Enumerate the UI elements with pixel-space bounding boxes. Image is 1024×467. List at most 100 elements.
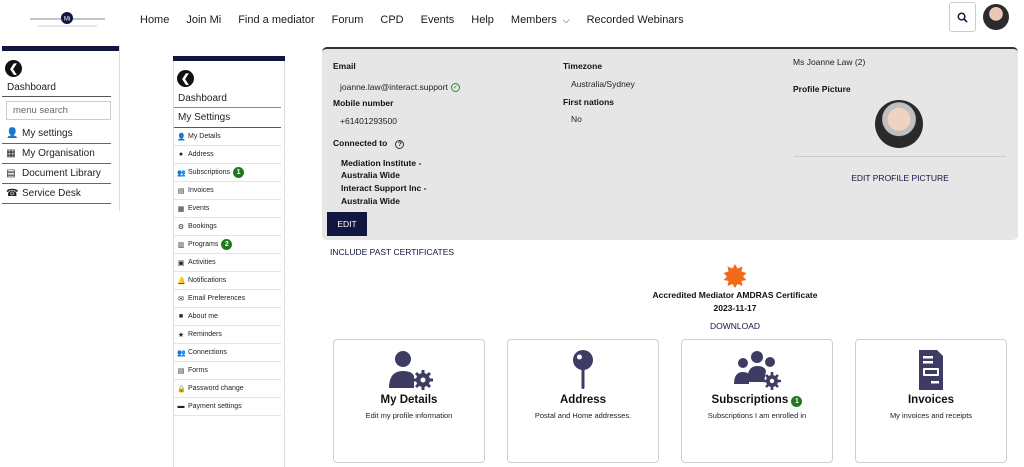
settings-item-about-me[interactable]: ■ About me	[174, 308, 281, 326]
nav-home[interactable]: Home	[140, 14, 169, 26]
tile-my-details[interactable]: My Details Edit my profile information	[333, 339, 485, 463]
settings-dashboard-link[interactable]: Dashboard	[174, 87, 281, 108]
settings-item-events[interactable]: ▦ Events	[174, 200, 281, 218]
nav-events[interactable]: Events	[421, 14, 455, 26]
email-value: joanne.law@interact.support ✓	[340, 82, 460, 93]
settings-item-invoices[interactable]: ▤ Invoices	[174, 182, 281, 200]
back-arrow-icon[interactable]: ❮	[5, 60, 22, 77]
chevron-down-icon: ⌵	[562, 14, 570, 25]
tile-title-text: Subscriptions	[711, 394, 789, 406]
tile-title: Address	[559, 394, 607, 406]
search-icon	[957, 12, 968, 23]
sidebar-top-bar	[2, 46, 119, 51]
users-gear-icon	[734, 351, 781, 390]
settings-top-bar	[173, 56, 285, 61]
nav-recorded-webinars[interactable]: Recorded Webinars	[587, 14, 684, 26]
settings-item-label: My Details	[188, 133, 221, 140]
settings-item-label: Bookings	[188, 223, 217, 230]
tile-description: Subscriptions I am enrolled in	[707, 411, 807, 420]
menu-search-input[interactable]: menu search	[6, 101, 111, 120]
timezone-label: Timezone	[563, 61, 603, 71]
top-navbar: Mi Home Join Mi Find a mediator Forum CP…	[0, 0, 1024, 40]
tile-title: My Details	[380, 394, 438, 406]
settings-item-address[interactable]: ● Address	[174, 146, 281, 164]
settings-item-notifications[interactable]: 🔔 Notifications	[174, 272, 281, 290]
document-icon: ▤	[6, 168, 16, 179]
settings-item-subscriptions[interactable]: 👥 Subscriptions 1	[174, 164, 281, 182]
subscriptions-count-badge: 1	[233, 167, 245, 178]
nav-members[interactable]: Members ⌵	[511, 14, 570, 26]
sidebar-item-document-library[interactable]: ▤ Document Library	[2, 164, 111, 184]
sidebar-item-my-organisation[interactable]: ▦ My Organisation	[2, 144, 111, 164]
settings-item-email-preferences[interactable]: ✉ Email Preferences	[174, 290, 281, 308]
back-arrow-icon[interactable]: ❮	[177, 70, 194, 87]
nav-forum[interactable]: Forum	[332, 14, 364, 26]
settings-item-forms[interactable]: ▤ Forms	[174, 362, 281, 380]
settings-item-payment-settings[interactable]: ▬ Payment settings	[174, 398, 281, 416]
settings-item-programs[interactable]: ▥ Programs 2	[174, 236, 281, 254]
connected-org-1-scope: Australia Wide	[341, 170, 400, 180]
settings-item-label: Address	[188, 151, 214, 158]
settings-item-label: Forms	[188, 367, 208, 374]
connected-label-text: Connected to	[333, 138, 388, 148]
nav-help[interactable]: Help	[471, 14, 494, 26]
connected-org-2-scope: Australia Wide	[341, 196, 400, 206]
sidebar-dashboard-link[interactable]: Dashboard	[2, 77, 111, 97]
map-pin-icon	[573, 350, 593, 389]
nav-cpd[interactable]: CPD	[380, 14, 403, 26]
divider	[794, 156, 1006, 157]
include-past-certificates-link[interactable]: INCLUDE PAST CERTIFICATES	[330, 247, 454, 257]
settings-item-password-change[interactable]: 🔒 Password change	[174, 380, 281, 398]
envelope-icon: ✉	[178, 295, 184, 303]
user-avatar[interactable]	[983, 4, 1009, 30]
sidebar-item-my-settings[interactable]: 👤 My settings	[2, 124, 111, 144]
invoice-icon	[919, 350, 943, 390]
verified-check-icon: ✓	[450, 83, 460, 93]
tile-address[interactable]: Address Postal and Home addresses.	[507, 339, 659, 463]
tile-subscriptions[interactable]: Subscriptions 1 Subscriptions I am enrol…	[681, 339, 833, 463]
nav-join[interactable]: Join Mi	[186, 14, 221, 26]
headset-icon: ☎	[6, 188, 19, 199]
users-gear-icon: 👥	[177, 169, 186, 177]
settings-item-label: Events	[188, 205, 210, 212]
edit-profile-picture-link[interactable]: EDIT PROFILE PICTURE	[794, 173, 1006, 183]
tile-description: Edit my profile information	[365, 411, 453, 420]
settings-item-label: Activities	[188, 259, 216, 266]
tile-description: My invoices and receipts	[889, 411, 973, 420]
tile-invoices[interactable]: Invoices My invoices and receipts	[855, 339, 1007, 463]
search-button[interactable]	[949, 2, 976, 32]
tile-description: Postal and Home addresses.	[534, 411, 632, 420]
sidebar-item-label: Document Library	[22, 168, 101, 179]
mobile-label: Mobile number	[333, 98, 394, 108]
certificate-title: Accredited Mediator AMDRAS Certificate	[652, 290, 818, 300]
certificate-date: 2023-11-17	[713, 303, 757, 313]
settings-item-my-details[interactable]: 👤 My Details	[174, 128, 281, 146]
clipboard-icon: ▥	[177, 241, 185, 249]
main-nav: Home Join Mi Find a mediator Forum CPD E…	[140, 0, 701, 40]
settings-item-bookings[interactable]: ⚙ Bookings	[174, 218, 281, 236]
profile-name: Ms Joanne Law (2)	[793, 57, 866, 67]
bell-icon: 🔔	[177, 277, 186, 285]
settings-item-label: Subscriptions	[188, 169, 231, 176]
settings-item-label: Reminders	[188, 331, 222, 338]
settings-item-label: Connections	[188, 349, 227, 356]
settings-item-connections[interactable]: 👥 Connections	[174, 344, 281, 362]
settings-item-activities[interactable]: ▣ Activities	[174, 254, 281, 272]
nav-find-mediator[interactable]: Find a mediator	[238, 14, 314, 26]
site-logo[interactable]: Mi	[30, 10, 105, 30]
programs-count-badge: 2	[221, 239, 233, 250]
email-text: joanne.law@interact.support	[340, 82, 448, 92]
form-icon: ▤	[177, 367, 185, 375]
svg-text:Mi: Mi	[64, 17, 70, 23]
building-icon: ▦	[6, 148, 16, 159]
sidebar-item-label: My Organisation	[22, 148, 95, 159]
profile-picture-label: Profile Picture	[793, 84, 851, 94]
settings-my-settings-link[interactable]: My Settings	[174, 108, 281, 128]
sidebar-item-service-desk[interactable]: ☎ Service Desk	[2, 184, 111, 204]
edit-button[interactable]: EDIT	[327, 212, 367, 236]
help-icon[interactable]: ?	[395, 140, 405, 149]
settings-item-reminders[interactable]: ★ Reminders	[174, 326, 281, 344]
certificate-download-link[interactable]: DOWNLOAD	[560, 321, 910, 331]
settings-sidebar: ❮ Dashboard My Settings 👤 My Details ● Add…	[173, 56, 285, 467]
settings-item-label: About me	[188, 313, 218, 320]
